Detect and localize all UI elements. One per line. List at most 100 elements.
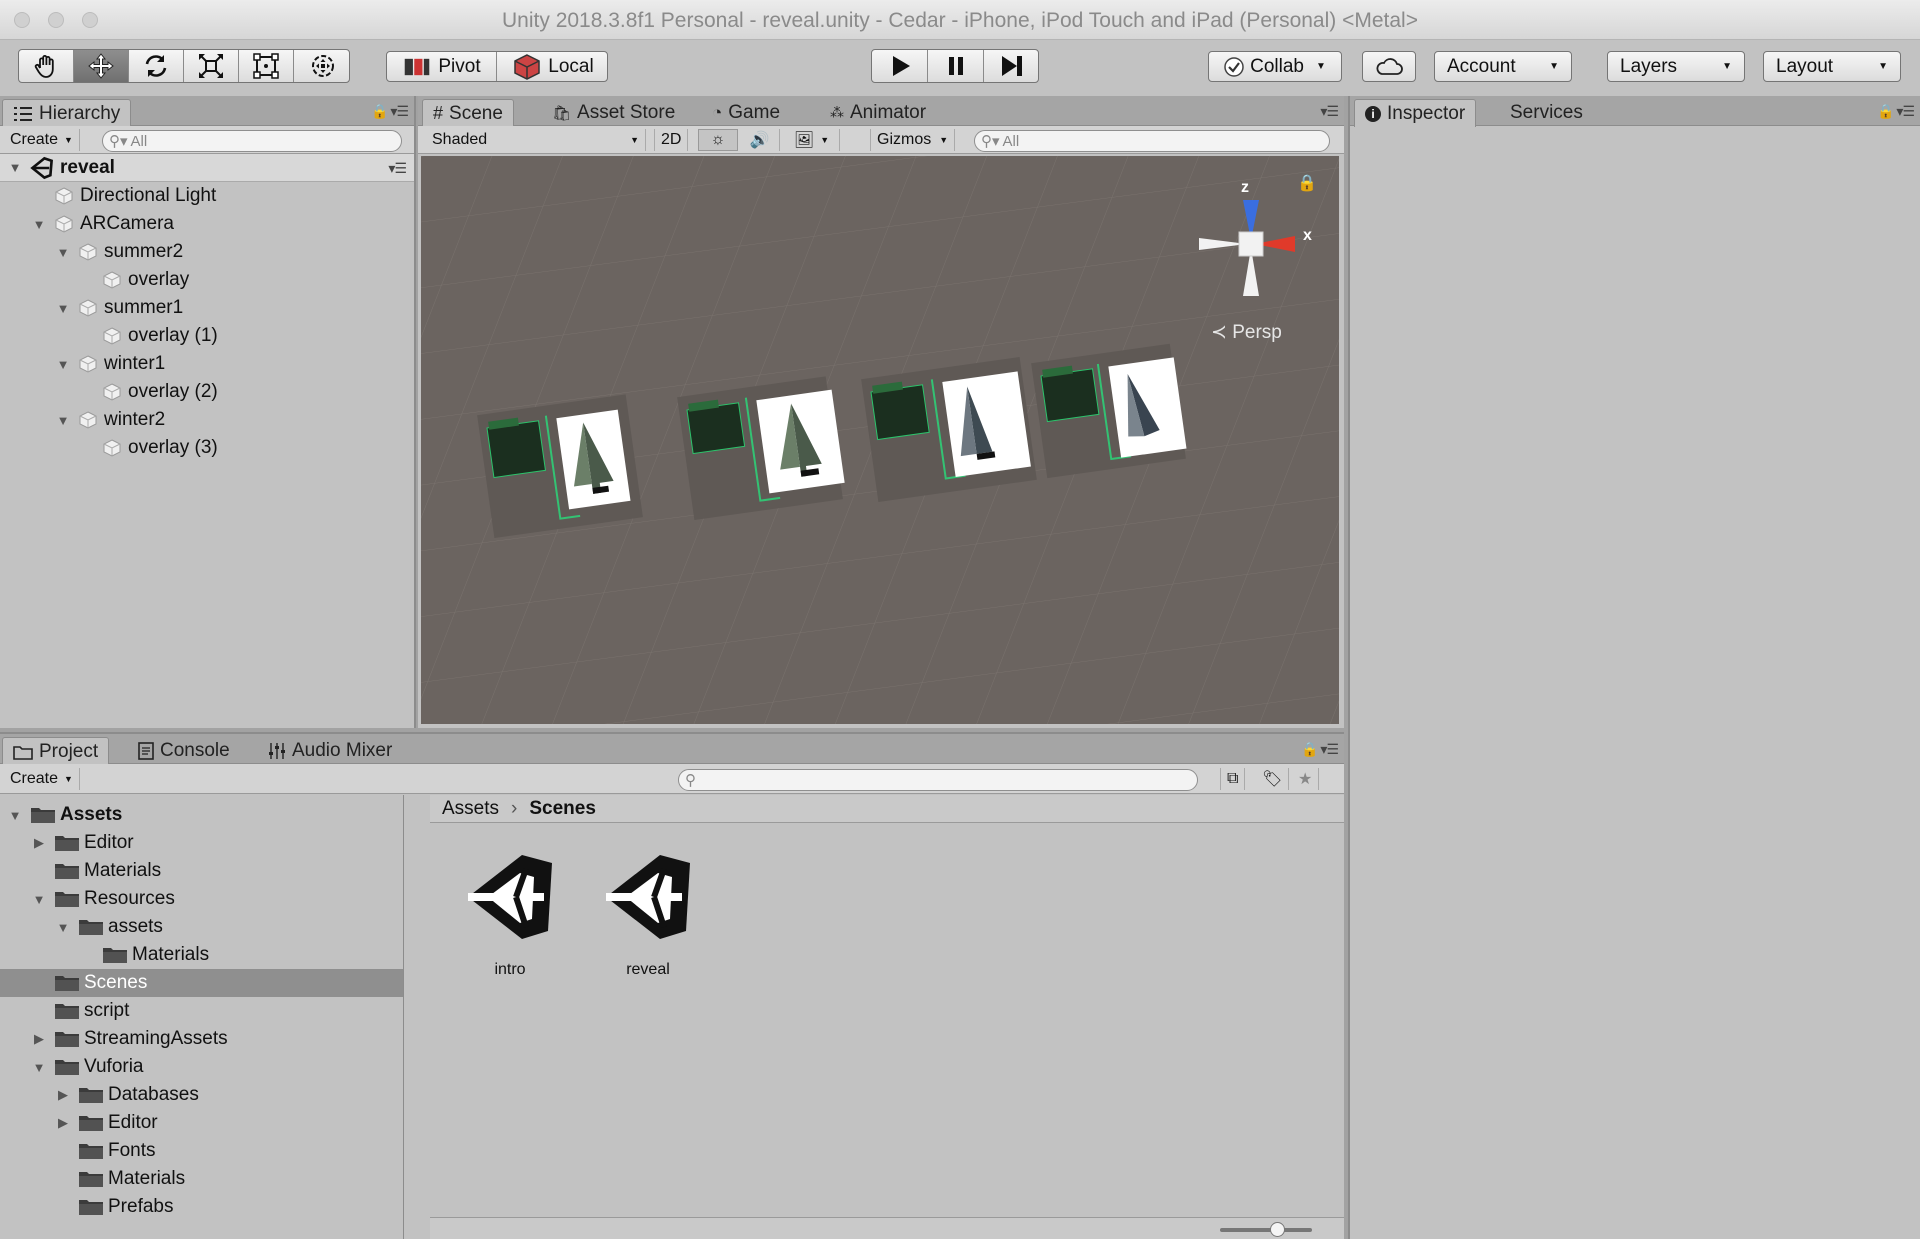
- project-search-input[interactable]: ⚲: [678, 769, 1198, 791]
- search-by-label-button[interactable]: 🏷: [1256, 768, 1290, 790]
- 2d-toggle[interactable]: 2D: [654, 129, 689, 151]
- lighting-toggle[interactable]: ☼: [698, 129, 738, 151]
- pivot-toggle[interactable]: Pivot: [387, 52, 497, 81]
- image-target-1[interactable]: [477, 394, 643, 539]
- folder-tree-item[interactable]: Prefabs: [0, 1193, 403, 1221]
- folder-tree-item[interactable]: Scenes: [0, 969, 403, 997]
- hand-tool-button[interactable]: [19, 50, 74, 82]
- tab-asset-store[interactable]: 🛍 Asset Store: [542, 99, 685, 126]
- hierarchy-item[interactable]: ▼ summer2: [0, 238, 414, 266]
- scene-menu-icon[interactable]: ▾☰: [388, 160, 407, 177]
- step-button[interactable]: [984, 50, 1038, 82]
- layers-dropdown[interactable]: Layers ▼: [1607, 51, 1745, 82]
- hierarchy-item[interactable]: ▼ winter2: [0, 406, 414, 434]
- panel-menu-icon[interactable]: 🔒 ▾☰: [1877, 103, 1915, 120]
- hierarchy-item[interactable]: ▼ ARCamera: [0, 210, 414, 238]
- folder-tree-item[interactable]: ▼ Resources: [0, 885, 403, 913]
- transform-tools: [18, 49, 350, 83]
- hierarchy-item[interactable]: overlay (3): [0, 434, 414, 462]
- hierarchy-item[interactable]: overlay (1): [0, 322, 414, 350]
- fold-open-icon[interactable]: ▼: [32, 892, 46, 907]
- folder-tree-item[interactable]: ▼ assets: [0, 913, 403, 941]
- fold-open-icon[interactable]: ▼: [56, 357, 70, 372]
- tab-console[interactable]: Console: [128, 737, 240, 764]
- tab-project[interactable]: Project: [2, 737, 110, 765]
- tab-services[interactable]: Services: [1500, 99, 1593, 126]
- tab-inspector[interactable]: i Inspector: [1354, 99, 1477, 127]
- cloud-button[interactable]: [1362, 51, 1416, 82]
- local-toggle[interactable]: Local: [497, 52, 607, 81]
- account-dropdown[interactable]: Account ▼: [1434, 51, 1572, 82]
- fold-open-icon[interactable]: ▼: [32, 217, 46, 232]
- gizmo-lock-icon[interactable]: 🔒: [1297, 174, 1317, 192]
- fold-open-icon[interactable]: ▼: [32, 1060, 46, 1075]
- pause-button[interactable]: [928, 50, 984, 82]
- collab-dropdown[interactable]: Collab ▼: [1208, 51, 1342, 82]
- fold-closed-icon[interactable]: ▶: [32, 835, 46, 851]
- fold-closed-icon[interactable]: ▶: [56, 1087, 70, 1103]
- folder-tree-item[interactable]: ▶ Databases: [0, 1081, 403, 1109]
- folder-tree-item[interactable]: ▶ StreamingAssets: [0, 1025, 403, 1053]
- scene-header[interactable]: ▼ reveal ▾☰: [0, 154, 414, 182]
- transform-tool-button[interactable]: [294, 50, 349, 82]
- hierarchy-create-button[interactable]: Create ▼: [4, 129, 80, 151]
- folder-tree-item[interactable]: ▶ Editor: [0, 829, 403, 857]
- layout-dropdown[interactable]: Layout ▼: [1763, 51, 1901, 82]
- hierarchy-item[interactable]: ▼ winter1: [0, 350, 414, 378]
- tab-hierarchy[interactable]: Hierarchy: [2, 99, 132, 127]
- fold-open-icon[interactable]: ▼: [8, 160, 22, 175]
- fold-open-icon[interactable]: ▼: [56, 920, 70, 935]
- hierarchy-item[interactable]: overlay (2): [0, 378, 414, 406]
- scene-viewport[interactable]: z x 🔒 ≺ Persp: [421, 156, 1339, 724]
- project-create-button[interactable]: Create ▼: [4, 768, 80, 790]
- audio-toggle[interactable]: 🔊: [740, 129, 780, 151]
- play-button[interactable]: [872, 50, 928, 82]
- search-by-type-button[interactable]: ⧉: [1220, 768, 1246, 790]
- slider-thumb[interactable]: [1270, 1222, 1285, 1237]
- scene-search-input[interactable]: ⚲▾ All: [974, 130, 1330, 152]
- file-item-intro[interactable]: intro: [460, 845, 560, 979]
- image-target-3[interactable]: [861, 356, 1037, 503]
- panel-menu-icon[interactable]: ▾☰: [1320, 103, 1339, 120]
- fold-open-icon[interactable]: ▼: [8, 808, 22, 823]
- folder-tree-item[interactable]: ▶ Editor: [0, 1109, 403, 1137]
- folder-tree-item[interactable]: Fonts: [0, 1137, 403, 1165]
- image-target-2[interactable]: [677, 376, 847, 521]
- rotate-tool-button[interactable]: [129, 50, 184, 82]
- favorites-button[interactable]: ★: [1292, 768, 1320, 790]
- shading-mode-dropdown[interactable]: Shaded ▼: [426, 129, 646, 151]
- fold-open-icon[interactable]: ▼: [56, 245, 70, 260]
- fold-open-icon[interactable]: ▼: [56, 413, 70, 428]
- move-tool-button[interactable]: [74, 50, 129, 82]
- folder-tree-item[interactable]: script: [0, 997, 403, 1025]
- tab-game[interactable]: ◔ Game: [702, 99, 790, 126]
- folder-tree-item[interactable]: Materials: [0, 941, 403, 969]
- icon-size-slider[interactable]: [1220, 1222, 1312, 1237]
- hierarchy-item[interactable]: overlay: [0, 266, 414, 294]
- tab-scene[interactable]: # Scene: [422, 99, 514, 127]
- folder-tree-item[interactable]: ▼ Vuforia: [0, 1053, 403, 1081]
- folder-tree-item[interactable]: ▼ Assets: [0, 801, 403, 829]
- gizmos-dropdown[interactable]: Gizmos ▼: [870, 129, 956, 151]
- folder-tree-item[interactable]: Materials: [0, 1165, 403, 1193]
- tab-animator[interactable]: ⁂ Animator: [820, 99, 936, 126]
- hierarchy-search-input[interactable]: ⚲▾ All: [102, 130, 402, 152]
- file-item-reveal[interactable]: reveal: [598, 845, 698, 979]
- effects-dropdown[interactable]: 🖼 ▼: [784, 129, 840, 151]
- sun-icon: ☼: [710, 131, 726, 148]
- hierarchy-item[interactable]: Directional Light: [0, 182, 414, 210]
- panel-menu-icon[interactable]: 🔒 ▾☰: [371, 103, 409, 120]
- breadcrumb-assets[interactable]: Assets: [442, 798, 499, 820]
- projection-label[interactable]: ≺ Persp: [1211, 322, 1282, 343]
- image-target-4[interactable]: [1031, 343, 1188, 479]
- hierarchy-item[interactable]: ▼ summer1: [0, 294, 414, 322]
- scale-tool-button[interactable]: [184, 50, 239, 82]
- breadcrumb-scenes[interactable]: Scenes: [529, 798, 596, 820]
- fold-open-icon[interactable]: ▼: [56, 301, 70, 316]
- folder-tree-item[interactable]: Materials: [0, 857, 403, 885]
- fold-closed-icon[interactable]: ▶: [32, 1031, 46, 1047]
- panel-menu-icon[interactable]: 🔒 ▾☰: [1301, 741, 1339, 758]
- rect-tool-button[interactable]: [239, 50, 294, 82]
- tab-audio-mixer[interactable]: Audio Mixer: [258, 737, 402, 764]
- fold-closed-icon[interactable]: ▶: [56, 1115, 70, 1131]
